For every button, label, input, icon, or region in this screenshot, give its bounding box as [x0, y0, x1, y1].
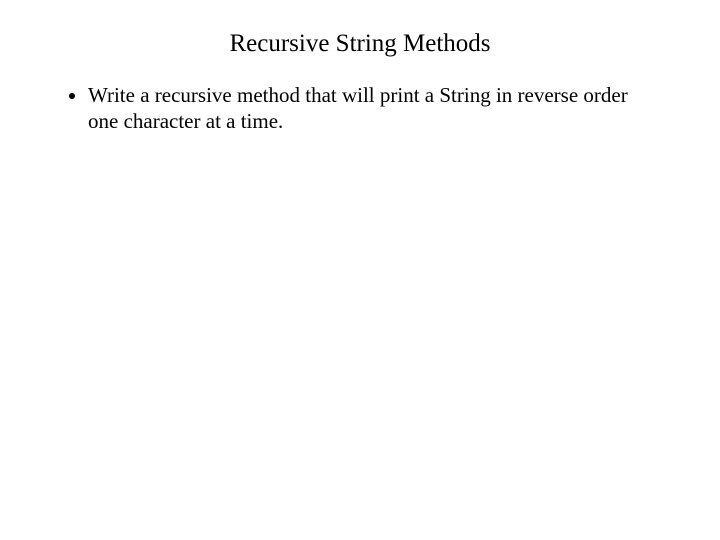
bullet-list: Write a recursive method that will print…: [60, 82, 660, 135]
slide-title: Recursive String Methods: [0, 0, 720, 82]
slide-body: Write a recursive method that will print…: [0, 82, 720, 135]
list-item: Write a recursive method that will print…: [88, 82, 660, 135]
slide: Recursive String Methods Write a recursi…: [0, 0, 720, 540]
